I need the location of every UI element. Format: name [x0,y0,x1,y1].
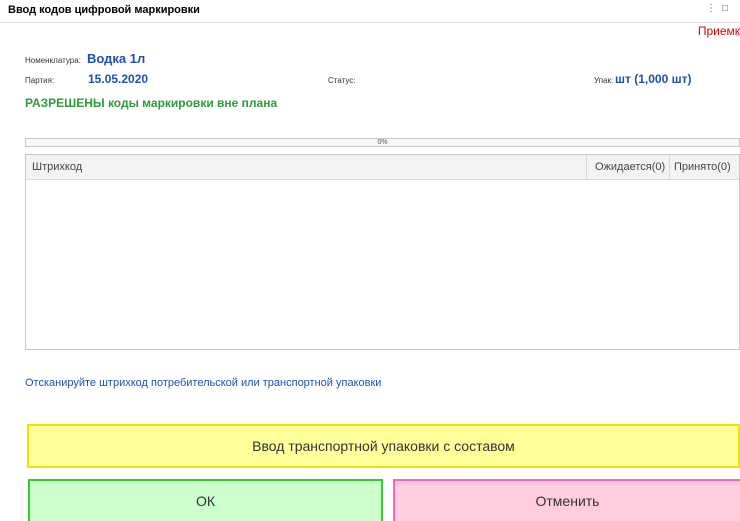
more-icon[interactable]: ⋮ [706,3,722,14]
batch-label: Партия: [25,76,55,85]
column-expected[interactable]: Ожидается(0) [595,155,665,179]
ok-button[interactable]: ОК [28,479,383,521]
column-divider [669,155,670,179]
package-label: Упак: [594,76,614,85]
maximize-icon[interactable]: □ [722,3,734,14]
status-label: Статус: [328,76,356,85]
package-value: шт (1,000 шт) [615,72,692,86]
title-bar: Ввод кодов цифровой маркировки ⋮□ [0,0,740,23]
barcode-table[interactable]: Штрихкод Ожидается(0) Принято(0) [25,154,740,350]
progress-text: 0% [377,139,388,146]
column-accepted[interactable]: Принято(0) [674,155,731,179]
nomenclature-value: Водка 1л [87,51,146,66]
window-controls: ⋮□ [706,3,734,14]
progress-bar: 0% [25,138,740,147]
column-barcode[interactable]: Штрихкод [32,155,82,179]
cancel-button[interactable]: Отменить [393,479,740,521]
scan-hint: Отсканируйте штрихкод потребительской ил… [25,377,382,389]
transport-package-button[interactable]: Ввод транспортной упаковки с составом [27,424,740,468]
nomenclature-label: Номенклатура: [25,56,81,65]
table-header: Штрихкод Ожидается(0) Принято(0) [26,155,739,180]
column-divider [586,155,587,179]
allowed-codes-notice: РАЗРЕШЕНЫ коды маркировки вне плана [25,96,278,110]
batch-value: 15.05.2020 [88,72,149,86]
mode-label: Приемк [697,24,740,38]
window-title: Ввод кодов цифровой маркировки [8,4,200,16]
